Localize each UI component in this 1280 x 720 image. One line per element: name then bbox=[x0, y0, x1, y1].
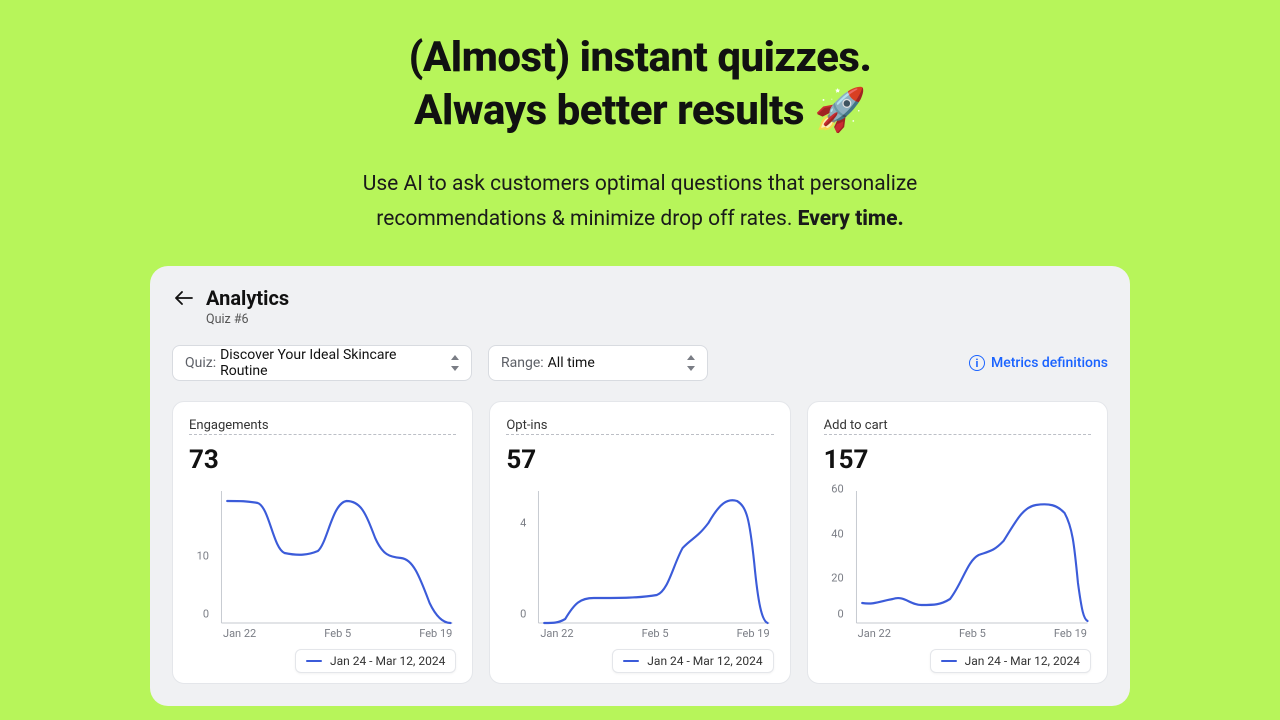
engagements-card: Engagements 73 10 0 Jan 22 bbox=[172, 401, 473, 684]
xtick: Jan 22 bbox=[223, 627, 256, 643]
xtick: Feb 5 bbox=[642, 627, 669, 643]
xtick: Feb 19 bbox=[1054, 627, 1087, 643]
info-icon: i bbox=[969, 355, 985, 371]
x-axis-ticks: Jan 22 Feb 5 Feb 19 bbox=[540, 627, 769, 643]
chart-legend: Jan 24 - Mar 12, 2024 bbox=[295, 649, 456, 673]
optins-chart: 4 0 Jan 22 Feb 5 Feb 19 bbox=[506, 483, 773, 643]
legend-swatch-icon bbox=[941, 660, 957, 662]
metrics-definitions-link[interactable]: i Metrics definitions bbox=[969, 355, 1108, 371]
chevron-updown-icon bbox=[449, 354, 461, 372]
quiz-select-label: Quiz: bbox=[185, 355, 216, 371]
xtick: Feb 19 bbox=[419, 627, 452, 643]
x-axis-ticks: Jan 22 Feb 5 Feb 19 bbox=[858, 627, 1087, 643]
card-title: Opt-ins bbox=[506, 418, 773, 435]
range-select[interactable]: Range: All time bbox=[488, 345, 708, 381]
engagements-chart: 10 0 Jan 22 Feb 5 Feb 19 bbox=[189, 483, 456, 643]
page-title: Analytics bbox=[206, 286, 289, 310]
add-to-cart-chart: 60 40 20 0 Jan 22 Feb 5 Feb 19 bbox=[824, 483, 1091, 643]
legend-swatch-icon bbox=[623, 660, 639, 662]
hero-line2: Always better results bbox=[414, 86, 804, 135]
quiz-select-value: Discover Your Ideal Skincare Routine bbox=[220, 347, 437, 379]
xtick: Feb 19 bbox=[737, 627, 770, 643]
optins-card: Opt-ins 57 4 0 Jan 22 bbox=[489, 401, 790, 684]
analytics-panel: Analytics Quiz #6 Quiz: Discover Your Id… bbox=[150, 266, 1130, 706]
xtick: Jan 22 bbox=[540, 627, 573, 643]
page-subtitle: Quiz #6 bbox=[206, 312, 1108, 327]
card-title: Engagements bbox=[189, 418, 456, 435]
legend-label: Jan 24 - Mar 12, 2024 bbox=[647, 654, 762, 668]
card-value: 73 bbox=[189, 445, 456, 475]
chevron-updown-icon bbox=[685, 354, 697, 372]
hero-subtitle: Use AI to ask customers optimal question… bbox=[0, 167, 1280, 236]
xtick: Jan 22 bbox=[858, 627, 891, 643]
legend-label: Jan 24 - Mar 12, 2024 bbox=[965, 654, 1080, 668]
hero-sub-bold: Every time. bbox=[798, 207, 904, 231]
hero-sub-line2: recommendations & minimize drop off rate… bbox=[376, 207, 792, 231]
x-axis-ticks: Jan 22 Feb 5 Feb 19 bbox=[223, 627, 452, 643]
quiz-select[interactable]: Quiz: Discover Your Ideal Skincare Routi… bbox=[172, 345, 472, 381]
hero-title: (Almost) instant quizzes. Always better … bbox=[0, 32, 1280, 137]
range-select-value: All time bbox=[548, 355, 595, 371]
legend-label: Jan 24 - Mar 12, 2024 bbox=[330, 654, 445, 668]
chart-legend: Jan 24 - Mar 12, 2024 bbox=[612, 649, 773, 673]
chart-legend: Jan 24 - Mar 12, 2024 bbox=[930, 649, 1091, 673]
legend-swatch-icon bbox=[306, 660, 322, 662]
chart-cards: Engagements 73 10 0 Jan 22 bbox=[172, 401, 1108, 684]
card-value: 157 bbox=[824, 445, 1091, 475]
card-value: 57 bbox=[506, 445, 773, 475]
back-arrow-icon[interactable] bbox=[172, 286, 196, 310]
metrics-link-label: Metrics definitions bbox=[991, 355, 1108, 371]
card-title: Add to cart bbox=[824, 418, 1091, 435]
hero: (Almost) instant quizzes. Always better … bbox=[0, 0, 1280, 236]
hero-sub-line1: Use AI to ask customers optimal question… bbox=[363, 172, 918, 196]
toolbar: Quiz: Discover Your Ideal Skincare Routi… bbox=[172, 345, 1108, 381]
hero-line1: (Almost) instant quizzes. bbox=[409, 33, 872, 82]
xtick: Feb 5 bbox=[959, 627, 986, 643]
add-to-cart-card: Add to cart 157 60 40 20 0 bbox=[807, 401, 1108, 684]
rocket-icon: 🚀 bbox=[814, 86, 866, 135]
range-select-label: Range: bbox=[501, 355, 544, 371]
xtick: Feb 5 bbox=[324, 627, 351, 643]
